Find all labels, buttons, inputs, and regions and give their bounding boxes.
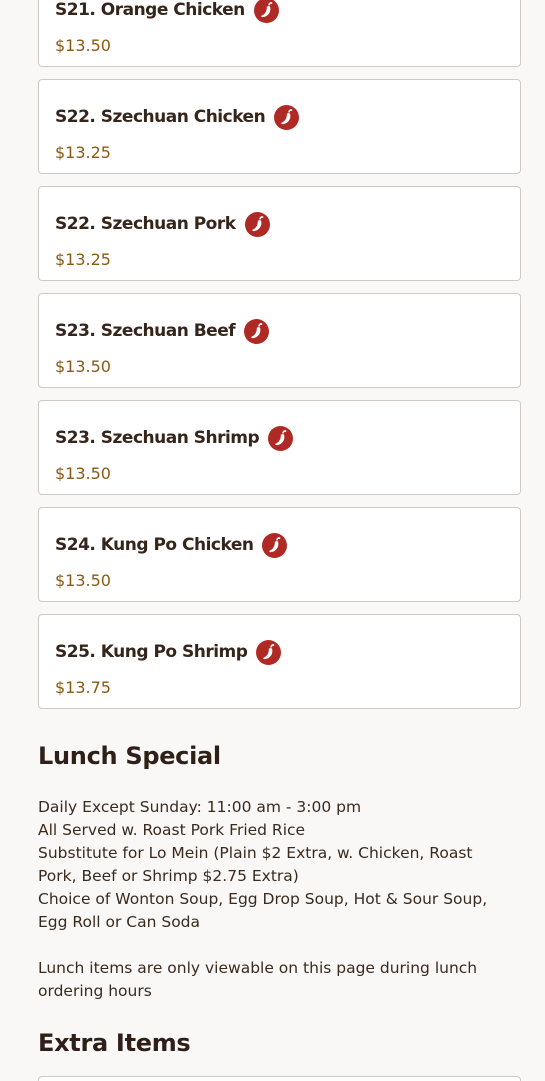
menu-item-price: $13.50	[55, 36, 111, 55]
menu-item-card[interactable]: S24. Kung Po Chicken $13.50	[38, 507, 521, 602]
menu-item-name-row: S22. Szechuan Chicken	[55, 103, 300, 131]
menu-item-price: $13.75	[55, 678, 111, 697]
menu-page: S21. Orange Chicken $13.50 S22. Szechuan…	[0, 0, 545, 1081]
menu-item-price: $13.50	[55, 571, 111, 590]
lunch-special-heading: Lunch Special	[38, 742, 221, 770]
spicy-pepper-icon	[244, 318, 270, 344]
menu-item-card[interactable]: S23. Szechuan Beef $13.50	[38, 293, 521, 388]
menu-item-name: S22. Szechuan Chicken	[55, 107, 266, 127]
menu-item-card[interactable]: S22. Szechuan Chicken $13.25	[38, 79, 521, 174]
menu-item-card[interactable]	[38, 1076, 521, 1081]
menu-item-name-row: S24. Kung Po Chicken	[55, 531, 288, 559]
menu-item-list: S21. Orange Chicken $13.50 S22. Szechuan…	[38, 0, 521, 721]
menu-item-name: S25. Kung Po Shrimp	[55, 642, 248, 662]
menu-item-card[interactable]: S23. Szechuan Shrimp $13.50	[38, 400, 521, 495]
menu-item-name: S23. Szechuan Shrimp	[55, 428, 260, 448]
menu-item-card[interactable]: S25. Kung Po Shrimp $13.75	[38, 614, 521, 709]
menu-item-card[interactable]: S21. Orange Chicken $13.50	[38, 0, 521, 67]
lunch-substitute-text: Substitute for Lo Mein (Plain $2 Extra, …	[38, 844, 473, 885]
menu-item-name-row: S23. Szechuan Shrimp	[55, 424, 294, 452]
menu-item-name-row: S23. Szechuan Beef	[55, 317, 270, 345]
menu-item-name: S24. Kung Po Chicken	[55, 535, 254, 555]
lunch-choice-text: Choice of Wonton Soup, Egg Drop Soup, Ho…	[38, 890, 488, 931]
menu-item-name-row: S21. Orange Chicken	[55, 0, 279, 24]
menu-item-name-row: S22. Szechuan Pork	[55, 210, 270, 238]
spicy-pepper-icon	[274, 104, 300, 130]
lunch-rice-text: All Served w. Roast Pork Fried Rice	[38, 821, 306, 839]
extra-items-heading: Extra Items	[38, 1029, 191, 1057]
spicy-pepper-icon	[244, 211, 270, 237]
spicy-pepper-icon	[262, 532, 288, 558]
lunch-availability-note: Lunch items are only viewable on this pa…	[38, 959, 478, 1000]
menu-item-card[interactable]: S22. Szechuan Pork $13.25	[38, 186, 521, 281]
menu-item-name: S21. Orange Chicken	[55, 0, 245, 20]
spicy-pepper-icon	[256, 639, 282, 665]
menu-item-price: $13.50	[55, 357, 111, 376]
menu-item-name: S23. Szechuan Beef	[55, 321, 236, 341]
spicy-pepper-icon	[253, 0, 279, 23]
menu-item-name: S22. Szechuan Pork	[55, 214, 236, 234]
lunch-special-info: Daily Except Sunday: 11:00 am - 3:00 pm …	[38, 796, 513, 1003]
menu-item-price: $13.50	[55, 464, 111, 483]
menu-item-name-row: S25. Kung Po Shrimp	[55, 638, 282, 666]
spicy-pepper-icon	[268, 425, 294, 451]
lunch-hours-text: Daily Except Sunday: 11:00 am - 3:00 pm	[38, 798, 362, 816]
menu-item-price: $13.25	[55, 143, 111, 162]
menu-item-price: $13.25	[55, 250, 111, 269]
